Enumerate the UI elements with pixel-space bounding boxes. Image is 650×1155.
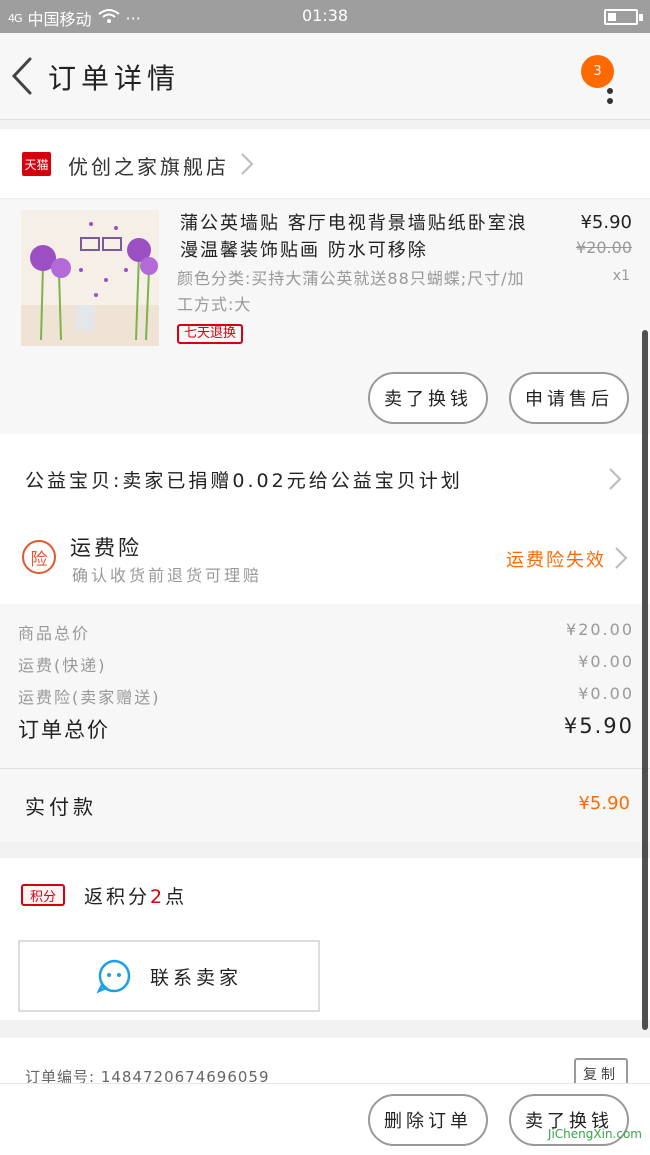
product-card[interactable]: 蒲公英墙贴 客厅电视背景墙贴纸卧室浪漫温馨装饰贴画 防水可移除 颜色分类:买持大… xyxy=(0,200,650,434)
price-summary: 商品总价 ¥20.00 运费(快递) ¥0.00 运费险(卖家赠送) ¥0.00… xyxy=(0,604,650,768)
contact-seller-button[interactable]: 联系卖家 xyxy=(18,940,320,1012)
chevron-right-icon xyxy=(615,547,628,569)
summary-value: ¥0.00 xyxy=(578,684,634,703)
charity-row[interactable]: 公益宝贝:卖家已捐赠0.02元给公益宝贝计划 xyxy=(0,434,650,520)
summary-row-shipping: 运费(快递) ¥0.00 xyxy=(18,652,634,676)
summary-label: 运费(快递) xyxy=(18,656,107,675)
summary-label: 商品总价 xyxy=(18,624,91,643)
product-spec: 颜色分类:买持大蒲公英就送88只蝴蝶;尺寸/加工方式:大 xyxy=(177,269,525,314)
status-bar: 4G 中国移动 ··· 01:38 xyxy=(0,0,650,33)
paid-amount-row: 实付款 ¥5.90 xyxy=(0,768,650,842)
page-title: 订单详情 xyxy=(48,62,181,95)
battery-icon xyxy=(604,9,638,25)
points-section: 积分 返积分2点 联系卖家 xyxy=(0,858,650,1020)
summary-row-insurance: 运费险(卖家赠送) ¥0.00 xyxy=(18,684,634,708)
more-menu-button[interactable]: 3 xyxy=(581,47,630,109)
buy-again-button[interactable]: 卖了换钱 xyxy=(368,372,488,424)
back-arrow-icon xyxy=(11,57,32,95)
shipping-insurance-row[interactable]: 险 运费险 确认收货前退货可理赔 运费险失效 xyxy=(0,520,650,604)
tmall-logo: 天猫 xyxy=(22,152,51,176)
insurance-icon: 险 xyxy=(22,540,56,574)
paid-value: ¥5.90 xyxy=(578,793,630,814)
insurance-status: 运费险失效 xyxy=(506,550,606,571)
points-suffix: 点 xyxy=(165,886,188,908)
total-value: ¥5.90 xyxy=(563,714,634,738)
message-count-badge: 3 xyxy=(581,55,614,88)
delete-order-button[interactable]: 删除订单 xyxy=(368,1094,488,1146)
product-image[interactable] xyxy=(21,210,159,346)
after-sale-button[interactable]: 申请售后 xyxy=(509,372,629,424)
paid-label: 实付款 xyxy=(25,795,97,819)
store-row[interactable]: 天猫 优创之家旗舰店 xyxy=(0,129,650,199)
battery-tip xyxy=(639,14,643,21)
chevron-right-icon xyxy=(241,153,254,175)
points-text: 返积分2点 xyxy=(84,882,187,909)
insurance-title: 运费险 xyxy=(70,536,142,560)
insurance-subtitle: 确认收货前退货可理赔 xyxy=(72,566,263,585)
back-button[interactable] xyxy=(6,53,46,99)
points-prefix: 返积分 xyxy=(84,886,151,908)
summary-row-total: 订单总价 ¥5.90 xyxy=(18,714,634,744)
bottom-action-bar: 删除订单 卖了换钱 JiChengXin.com xyxy=(0,1083,650,1155)
summary-value: ¥0.00 xyxy=(578,652,634,671)
points-badge: 积分 xyxy=(21,884,65,906)
store-name: 优创之家旗舰店 xyxy=(68,155,229,179)
summary-value: ¥20.00 xyxy=(566,620,634,639)
charity-text: 公益宝贝:卖家已捐赠0.02元给公益宝贝计划 xyxy=(25,470,463,492)
watermark: JiChengXin.com xyxy=(547,1127,642,1141)
product-price: ¥5.90 xyxy=(580,212,632,233)
summary-label: 运费险(卖家赠送) xyxy=(18,688,161,707)
summary-row-goods: 商品总价 ¥20.00 xyxy=(18,620,634,644)
contact-seller-label: 联系卖家 xyxy=(149,966,242,989)
nav-bar: 订单详情 3 xyxy=(0,33,650,120)
points-count: 2 xyxy=(150,886,166,908)
product-original-price: ¥20.00 xyxy=(576,238,632,257)
scrollbar[interactable] xyxy=(642,330,648,1030)
total-label: 订单总价 xyxy=(18,718,110,742)
product-title: 蒲公英墙贴 客厅电视背景墙贴纸卧室浪漫温馨装饰贴画 防水可移除 xyxy=(180,213,528,261)
return-policy-tag: 七天退换 xyxy=(177,324,244,344)
status-time: 01:38 xyxy=(301,6,349,25)
order-number-row: 订单编号: 1484720674696059 复制 xyxy=(0,1038,650,1090)
product-quantity: x1 xyxy=(612,268,630,284)
chevron-right-icon xyxy=(609,468,622,490)
chat-bubble-icon xyxy=(96,959,131,994)
